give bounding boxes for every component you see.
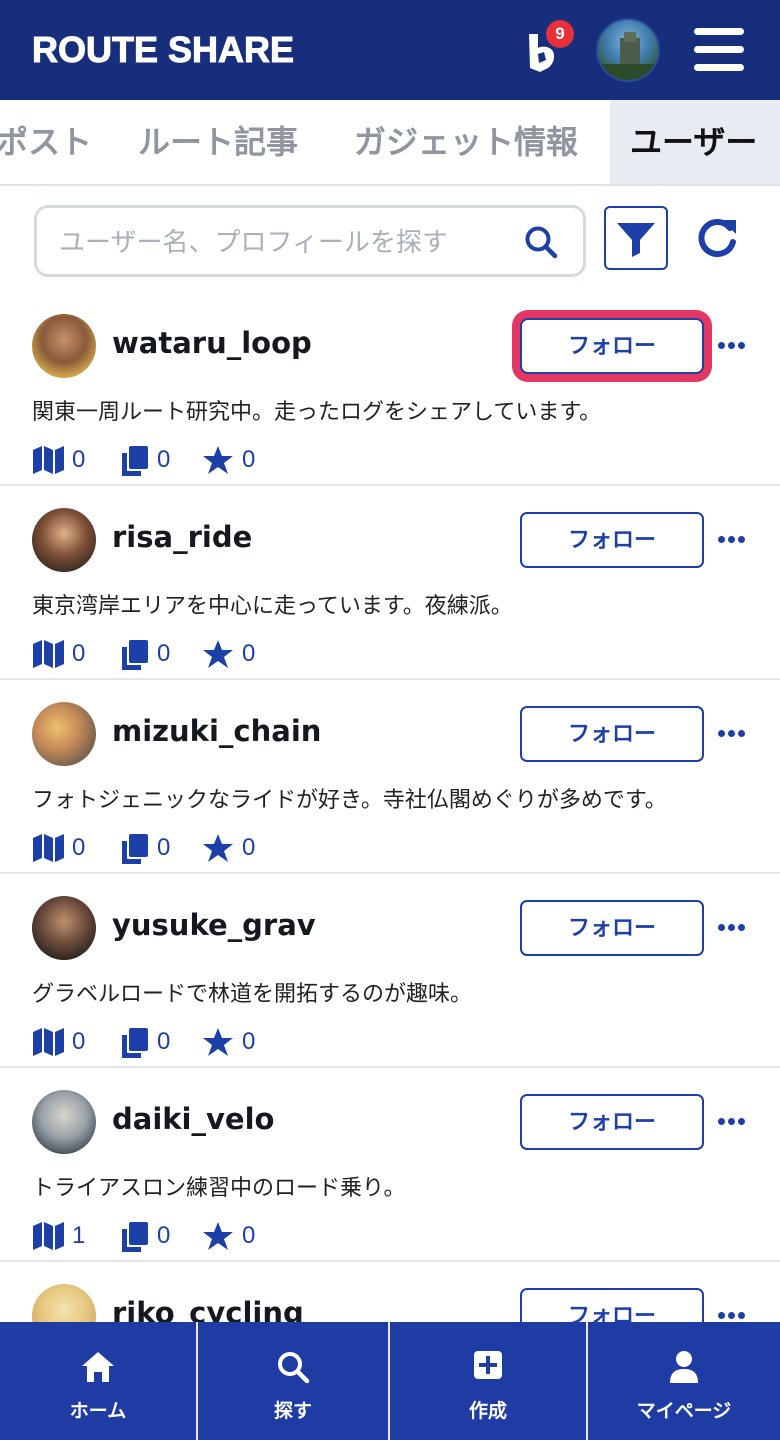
profile-avatar[interactable] [596,18,660,82]
star-icon [203,1028,233,1056]
map-icon [33,640,64,668]
favorite-count-value: 0 [242,446,256,473]
copy-count-value: 0 [157,640,171,667]
user-card: yusuke_grav フォロー グラベルロードで林道を開拓するのが趣味。 0 … [0,874,780,1068]
app-logo[interactable]: ROUTE SHARE [31,27,294,73]
notification-badge: 9 [546,20,574,48]
copy-count-value: 0 [157,446,171,473]
home-icon [82,1352,114,1382]
menu-icon[interactable] [694,28,746,72]
user-bio: 東京湾岸エリアを中心に走っています。夜練派。 [32,594,513,619]
username[interactable]: risa_ride [112,518,252,556]
tab-users[interactable]: ユーザー [610,100,780,184]
user-bio: トライアスロン練習中のロード乗り。 [32,1176,406,1201]
map-icon [33,446,64,474]
user-avatar[interactable] [32,314,96,378]
nav-mypage-label: マイページ [636,1401,732,1422]
username[interactable]: mizuki_chain [112,712,321,750]
user-bio: フォトジェニックなライドが好き。寺社仏閣めぐりが多めです。 [32,788,667,813]
more-options-icon[interactable] [718,722,750,738]
route-count-value: 0 [72,640,86,667]
follow-button[interactable]: フォロー [520,512,704,568]
favorite-count-value: 0 [242,640,256,667]
follow-button[interactable]: フォロー [520,706,704,762]
map-icon [33,834,64,862]
search-box [34,205,586,277]
star-icon [203,640,233,668]
favorite-count-value: 0 [242,1222,256,1249]
copy-icon [122,446,148,476]
user-bio: 関東一周ルート研究中。走ったログをシェアしています。 [32,400,602,425]
route-count-value: 0 [72,1028,86,1055]
star-icon [203,834,233,862]
more-options-icon[interactable] [718,916,750,932]
username[interactable]: wataru_loop [112,324,312,362]
nav-search-label: 探す [273,1401,312,1422]
nav-search[interactable]: 探す [198,1322,388,1440]
more-options-icon[interactable] [718,334,750,350]
favorite-count-value: 0 [242,834,256,861]
search-icon[interactable] [523,224,559,260]
plus-square-icon [474,1351,502,1379]
category-tabs: ポスト ルート記事 ガジェット情報 ユーザー [0,100,780,186]
copy-icon [122,640,148,670]
user-card: mizuki_chain フォロー フォトジェニックなライドが好き。寺社仏閣めぐ… [0,680,780,874]
follow-button[interactable]: フォロー [520,318,704,374]
copy-icon [122,1222,148,1252]
nav-home[interactable]: ホーム [0,1322,196,1440]
user-icon [670,1351,698,1383]
user-avatar[interactable] [32,1090,96,1154]
follow-button[interactable]: フォロー [520,900,704,956]
user-avatar[interactable] [32,508,96,572]
user-avatar[interactable] [32,702,96,766]
username[interactable]: daiki_velo [112,1100,274,1138]
follow-button[interactable]: フォロー [520,1094,704,1150]
map-icon [33,1028,64,1056]
app-header: ROUTE SHARE 9 [0,0,780,100]
copy-icon [122,1028,148,1058]
copy-count-value: 0 [157,834,171,861]
tab-route-articles[interactable]: ルート記事 [138,100,298,184]
filter-button[interactable] [604,206,668,270]
route-count-value: 1 [72,1222,86,1249]
user-card: wataru_loop フォロー 関東一周ルート研究中。走ったログをシェアしてい… [0,292,780,486]
route-count-value: 0 [72,834,86,861]
refresh-icon[interactable] [692,212,742,264]
user-avatar[interactable] [32,896,96,960]
more-options-icon[interactable] [718,1304,750,1320]
nav-mypage[interactable]: マイページ [588,1322,780,1440]
search-input[interactable] [59,222,509,262]
star-icon [203,446,233,474]
route-count-value: 0 [72,446,86,473]
favorite-count-value: 0 [242,1028,256,1055]
copy-icon [122,834,148,864]
filter-icon [617,223,655,257]
user-card: risa_ride フォロー 東京湾岸エリアを中心に走っています。夜練派。 0 … [0,486,780,680]
more-options-icon[interactable] [718,528,750,544]
map-icon [33,1222,64,1250]
tab-posts[interactable]: ポスト [0,100,92,184]
copy-count-value: 0 [157,1028,171,1055]
nav-create-label: 作成 [468,1401,507,1422]
search-icon [278,1352,310,1384]
more-options-icon[interactable] [718,1110,750,1126]
username[interactable]: yusuke_grav [112,906,316,944]
user-bio: グラベルロードで林道を開拓するのが趣味。 [32,982,473,1007]
copy-count-value: 0 [157,1222,171,1249]
avatar-image-icon [598,32,658,80]
user-card: daiki_velo フォロー トライアスロン練習中のロード乗り。 1 0 0 [0,1068,780,1262]
tab-gadget-info[interactable]: ガジェット情報 [354,100,578,184]
star-icon [203,1222,233,1250]
bottom-navigation: ホーム 探す 作成 マイページ [0,1322,780,1440]
nav-home-label: ホーム [69,1401,127,1422]
nav-create[interactable]: 作成 [390,1322,586,1440]
